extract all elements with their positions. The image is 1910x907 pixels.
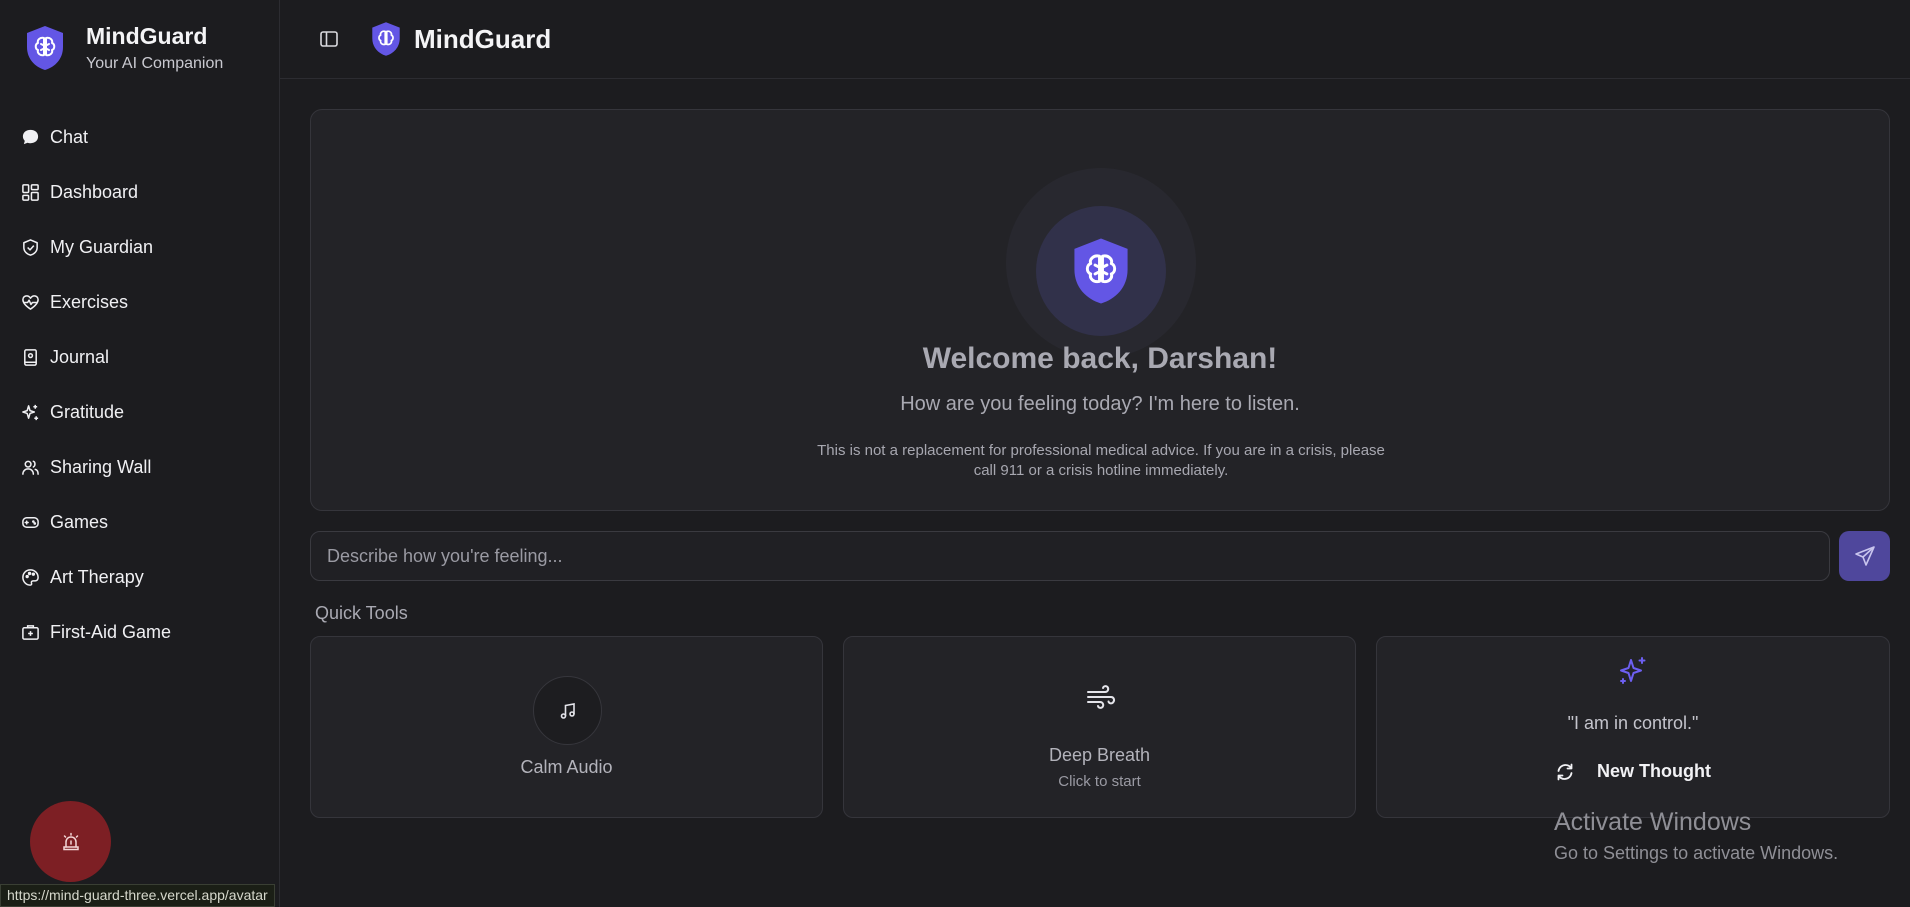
sidebar-item-label: Chat xyxy=(50,127,89,147)
watermark-line-2: Go to Settings to activate Windows. xyxy=(1554,843,1839,863)
status-url: https://mind-guard-three.vercel.app/avat… xyxy=(0,884,275,907)
heart-pulse-icon xyxy=(20,293,40,313)
top-bar: MindGuard xyxy=(280,0,1910,79)
welcome-title: Welcome back, Darshan! xyxy=(922,342,1278,375)
palette-icon xyxy=(20,568,40,588)
users-icon xyxy=(20,458,40,478)
sparkles-icon xyxy=(20,403,40,423)
welcome-card: Welcome back, Darshan! How are you feeli… xyxy=(310,109,1890,511)
brand[interactable]: MindGuard Your AI Companion xyxy=(24,22,223,74)
sidebar-item-journal[interactable]: Journal xyxy=(20,330,260,385)
sidebar-item-games[interactable]: Games xyxy=(20,495,260,550)
sidebar: MindGuard Your AI Companion Chat Dashboa… xyxy=(0,0,280,907)
sidebar-item-label: Dashboard xyxy=(50,182,139,202)
refresh-icon xyxy=(1557,763,1573,780)
music-note-icon xyxy=(560,702,575,719)
page-title: MindGuard xyxy=(414,23,552,54)
new-thought-button[interactable]: New Thought xyxy=(1555,761,1711,782)
sidebar-toggle-icon xyxy=(320,31,338,47)
shield-brain-icon xyxy=(27,26,63,70)
wind-icon xyxy=(1087,685,1116,709)
deep-breath-hint: Click to start xyxy=(1058,773,1141,790)
calm-audio-button[interactable] xyxy=(533,676,602,745)
first-aid-kit-icon xyxy=(20,623,40,643)
shield-brain-icon xyxy=(372,22,400,56)
gamepad-icon xyxy=(20,513,40,533)
activate-windows-watermark: Activate Windows Go to Settings to activ… xyxy=(1554,807,1838,865)
shield-brain-icon xyxy=(1074,238,1128,304)
sidebar-item-dashboard[interactable]: Dashboard xyxy=(20,165,260,220)
chat-bubble-icon xyxy=(20,128,40,148)
new-thought-label: New Thought xyxy=(1597,761,1711,781)
dashboard-grid-icon xyxy=(20,183,40,203)
sidebar-item-label: Journal xyxy=(50,347,110,367)
brand-text: MindGuard Your AI Companion xyxy=(86,22,223,74)
chat-input-row xyxy=(310,531,1890,581)
sparkle-icon xyxy=(1620,657,1646,684)
brand-title: MindGuard xyxy=(86,23,208,49)
deep-breath-card[interactable]: Deep Breath Click to start xyxy=(843,636,1356,818)
sidebar-item-art-therapy[interactable]: Art Therapy xyxy=(20,550,260,605)
sidebar-item-my-guardian[interactable]: My Guardian xyxy=(20,220,260,275)
sos-alarm-button[interactable] xyxy=(30,801,111,882)
welcome-subtitle: How are you feeling today? I'm here to l… xyxy=(900,393,1300,415)
brand-subtitle: Your AI Companion xyxy=(86,55,224,72)
alarm-siren-icon xyxy=(62,832,79,850)
sidebar-item-label: Gratitude xyxy=(50,402,125,422)
chat-input[interactable] xyxy=(310,531,1830,581)
journal-icon xyxy=(20,348,40,368)
deep-breath-title: Deep Breath xyxy=(1048,745,1151,765)
calm-audio-title: Calm Audio xyxy=(520,757,613,777)
sidebar-item-chat[interactable]: Chat xyxy=(20,110,260,165)
sidebar-item-label: Exercises xyxy=(50,292,129,312)
sidebar-item-label: Games xyxy=(50,512,109,532)
sidebar-item-label: My Guardian xyxy=(50,237,154,257)
sidebar-item-label: Sharing Wall xyxy=(50,457,152,477)
sidebar-item-first-aid-game[interactable]: First-Aid Game xyxy=(20,605,260,660)
sidebar-item-gratitude[interactable]: Gratitude xyxy=(20,385,260,440)
medical-disclaimer: This is not a replacement for profession… xyxy=(817,442,1385,479)
sidebar-item-label: First-Aid Game xyxy=(50,622,172,642)
sidebar-toggle-button[interactable] xyxy=(318,28,340,50)
quick-tools-label: Quick Tools xyxy=(315,603,408,623)
thought-card: "I am in control." New Thought xyxy=(1376,636,1890,818)
thought-quote: "I am in control." xyxy=(1567,713,1699,733)
watermark-line-1: Activate Windows xyxy=(1554,808,1752,836)
send-button[interactable] xyxy=(1839,531,1890,581)
send-icon xyxy=(1854,546,1875,566)
sidebar-item-sharing-wall[interactable]: Sharing Wall xyxy=(20,440,260,495)
avatar xyxy=(1036,206,1166,336)
sidebar-nav: Chat Dashboard My Guardian Exercises Jou… xyxy=(20,110,260,660)
sidebar-item-label: Art Therapy xyxy=(50,567,144,587)
shield-check-icon xyxy=(20,238,40,258)
sidebar-item-exercises[interactable]: Exercises xyxy=(20,275,260,330)
calm-audio-card[interactable]: Calm Audio xyxy=(310,636,823,818)
